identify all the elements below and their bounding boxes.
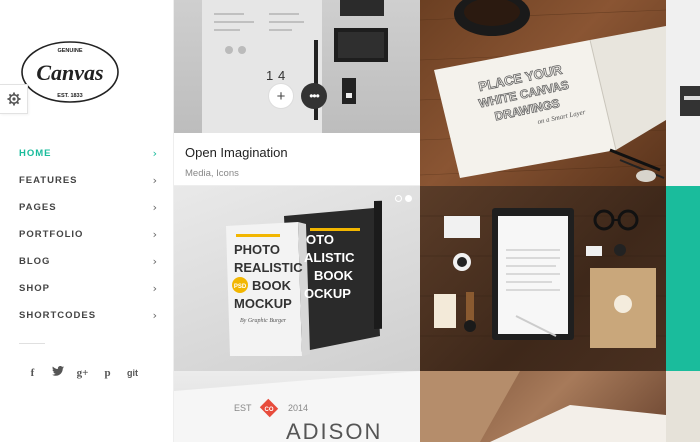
chevron-right-icon: › bbox=[152, 309, 157, 322]
chevron-right-icon: › bbox=[152, 201, 157, 214]
nav-item-features[interactable]: FEATURES › bbox=[19, 167, 157, 194]
book-mockup-image: PHOTO REALISTIC BOOK MOCKUP PSD By Graph… bbox=[226, 200, 382, 356]
add-to-cart-button[interactable]: + bbox=[268, 83, 294, 109]
nav-item-label: PORTFOLIO bbox=[19, 229, 84, 240]
portfolio-item-partial-right-1[interactable] bbox=[666, 0, 700, 186]
portfolio-item-categories[interactable]: Media, Icons bbox=[185, 168, 409, 179]
book-line-1: PHOTO bbox=[234, 242, 280, 257]
facebook-icon[interactable]: f bbox=[20, 367, 45, 379]
nav-item-label: FEATURES bbox=[19, 175, 78, 186]
stationery-mockup-image: 1 4 bbox=[202, 0, 388, 133]
chevron-right-icon: › bbox=[152, 174, 157, 187]
pinterest-icon[interactable]: p bbox=[95, 367, 120, 379]
logo-emblem: GENUINE Canvas EST. 1833 bbox=[21, 41, 119, 103]
card-name: ADISON bbox=[286, 419, 382, 442]
chevron-right-icon: › bbox=[152, 228, 157, 241]
nav-item-pages[interactable]: PAGES › bbox=[19, 194, 157, 221]
sidebar: GENUINE Canvas EST. 1833 HOME › FEATURES… bbox=[0, 0, 174, 442]
google-plus-icon[interactable]: g+ bbox=[70, 367, 95, 379]
card-badge: CO bbox=[265, 407, 274, 413]
portfolio-item-hand-card[interactable] bbox=[420, 371, 666, 442]
svg-text:ALISTIC: ALISTIC bbox=[304, 250, 355, 265]
sketchbook-image: PLACE YOUR WHITE CANVAS DRAWINGS on a Sm… bbox=[420, 0, 666, 182]
twitter-icon[interactable] bbox=[45, 366, 70, 379]
chevron-right-icon: › bbox=[152, 255, 157, 268]
nav-item-shop[interactable]: SHOP › bbox=[19, 275, 157, 302]
portfolio-item-partial-right-2[interactable] bbox=[666, 186, 700, 371]
card-year: 2014 bbox=[288, 403, 308, 413]
stationery-wood-image bbox=[420, 208, 666, 348]
nav-item-label: SHOP bbox=[19, 283, 50, 294]
logo-name: Canvas bbox=[36, 60, 103, 85]
nav-item-label: HOME bbox=[19, 148, 52, 159]
nav-item-blog[interactable]: BLOG › bbox=[19, 248, 157, 275]
card-est: EST bbox=[234, 403, 252, 413]
github-icon[interactable]: git bbox=[120, 368, 145, 378]
portfolio-item-title[interactable]: Open Imagination bbox=[185, 145, 409, 160]
portfolio-item-open-imagination-image[interactable]: 1 4 bbox=[174, 0, 420, 133]
slider-dot-active[interactable] bbox=[405, 195, 412, 202]
logo-top-text: GENUINE bbox=[57, 48, 82, 54]
nav-item-label: SHORTCODES bbox=[19, 310, 97, 321]
nav-item-label: PAGES bbox=[19, 202, 57, 213]
business-card-image: EST CO 2014 ADISON bbox=[174, 371, 420, 442]
more-options-button[interactable]: ••• bbox=[301, 83, 327, 109]
chevron-right-icon: › bbox=[152, 282, 157, 295]
nav-item-portfolio[interactable]: PORTFOLIO › bbox=[19, 221, 157, 248]
chevron-right-icon: › bbox=[152, 147, 157, 160]
book-line-3: BOOK bbox=[252, 278, 292, 293]
gear-icon bbox=[7, 92, 20, 106]
nav-item-shortcodes[interactable]: SHORTCODES › bbox=[19, 302, 157, 329]
svg-text:BOOK: BOOK bbox=[314, 268, 354, 283]
logo-bottom-text: EST. 1833 bbox=[57, 93, 82, 99]
slider-dot[interactable] bbox=[395, 195, 402, 202]
svg-text:OCKUP: OCKUP bbox=[304, 286, 351, 301]
book-line-4: MOCKUP bbox=[234, 296, 292, 311]
book-line-2: REALISTIC bbox=[234, 260, 303, 275]
portfolio-item-partial-right-3[interactable] bbox=[666, 371, 700, 442]
settings-button[interactable] bbox=[0, 84, 28, 114]
device-image bbox=[680, 86, 700, 116]
nav-item-home[interactable]: HOME › bbox=[19, 140, 157, 167]
nav-item-label: BLOG bbox=[19, 256, 51, 267]
portfolio-item-book-mockup[interactable]: PHOTO REALISTIC BOOK MOCKUP PSD By Graph… bbox=[174, 186, 420, 371]
slider-pagination bbox=[395, 195, 412, 202]
hand-card-image bbox=[420, 371, 666, 442]
social-links: f g+ p git bbox=[20, 366, 145, 379]
book-badge: PSD bbox=[234, 284, 247, 290]
portfolio-item-caption: Open Imagination Media, Icons bbox=[174, 133, 420, 186]
sidebar-divider bbox=[19, 343, 45, 344]
portfolio-item-sketchbook[interactable]: PLACE YOUR WHITE CANVAS DRAWINGS on a Sm… bbox=[420, 0, 666, 186]
main-nav: HOME › FEATURES › PAGES › PORTFOLIO › BL… bbox=[19, 140, 157, 329]
svg-text:1: 1 bbox=[266, 68, 273, 83]
svg-text:4: 4 bbox=[278, 68, 285, 83]
portfolio-item-business-card[interactable]: EST CO 2014 ADISON bbox=[174, 371, 420, 442]
logo[interactable]: GENUINE Canvas EST. 1833 bbox=[20, 38, 120, 106]
portfolio-item-stationery[interactable] bbox=[420, 186, 666, 371]
book-byline: By Graphic Burger bbox=[240, 318, 287, 324]
svg-text:OTO: OTO bbox=[306, 232, 334, 247]
